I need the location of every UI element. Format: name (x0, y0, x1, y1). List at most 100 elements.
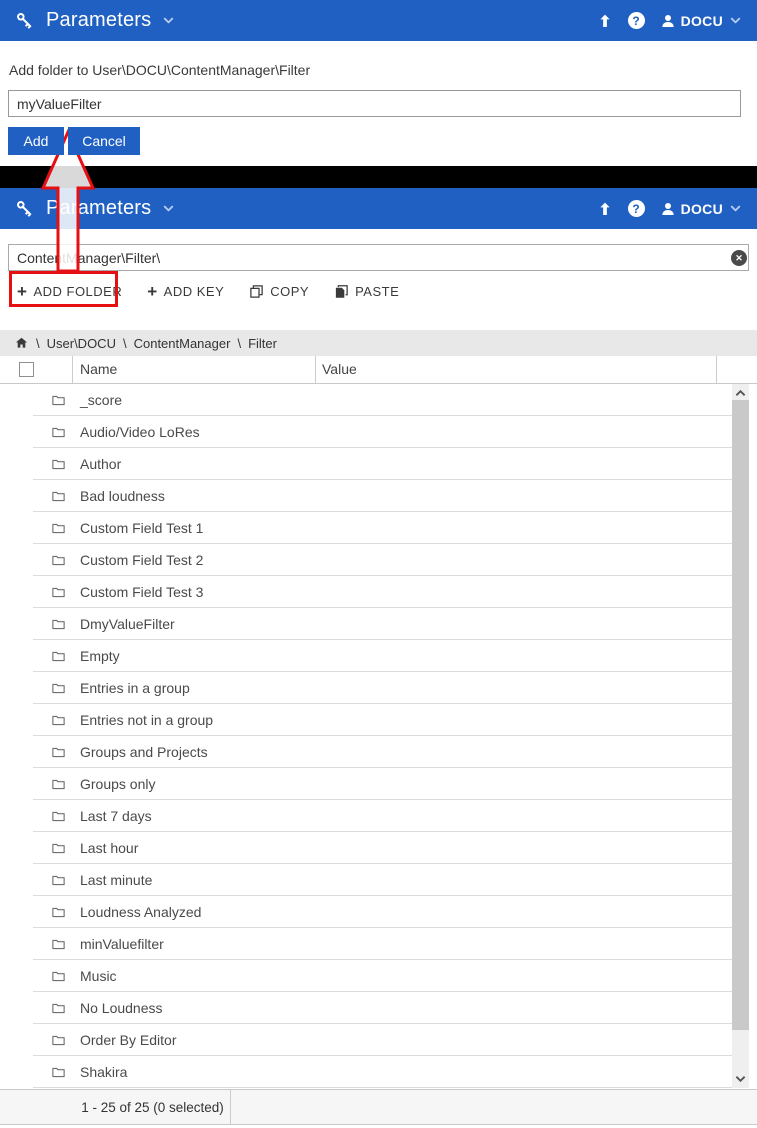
upload-arrow-icon[interactable] (597, 201, 613, 217)
table-row[interactable]: Last 7 days (0, 800, 732, 832)
folder-icon (50, 521, 67, 536)
table-row[interactable]: Author (0, 448, 732, 480)
folder-icon (50, 809, 67, 824)
table-row[interactable]: Order By Editor (0, 1024, 732, 1056)
paste-button[interactable]: PASTE (334, 284, 399, 299)
folder-icon (50, 937, 67, 952)
row-name: No Loudness (80, 1000, 163, 1016)
breadcrumb-segment-contentmanager[interactable]: ContentManager (134, 336, 231, 351)
folder-icon (50, 489, 67, 504)
table-scrollbar[interactable] (732, 384, 749, 1088)
row-name: Groups only (80, 776, 155, 792)
path-search-input[interactable] (8, 244, 749, 271)
folder-icon (50, 457, 67, 472)
table-footer: 1 - 25 of 25 (0 selected) (0, 1089, 757, 1125)
main-app-bar: Parameters ? DOCU (0, 188, 757, 229)
app-bar-actions: ? DOCU (597, 12, 743, 29)
chevron-down-icon (728, 201, 743, 216)
table-row[interactable]: Shakira (0, 1056, 732, 1088)
folder-name-input[interactable] (8, 90, 741, 117)
table-row[interactable]: Bad loudness (0, 480, 732, 512)
table-row[interactable]: _score (0, 384, 732, 416)
footer-divider (230, 1090, 231, 1124)
row-name: Loudness Analyzed (80, 904, 201, 920)
table-row[interactable]: Groups only (0, 768, 732, 800)
breadcrumb-separator: \ (237, 336, 241, 351)
table-row[interactable]: No Loudness (0, 992, 732, 1024)
row-name: DmyValueFilter (80, 616, 175, 632)
breadcrumb-segment-user[interactable]: User\DOCU (47, 336, 116, 351)
table-row[interactable]: Entries in a group (0, 672, 732, 704)
add-button[interactable]: Add (8, 127, 64, 155)
row-name: Entries in a group (80, 680, 190, 696)
row-name: Last 7 days (80, 808, 152, 824)
row-name: Last minute (80, 872, 152, 888)
paste-icon (334, 284, 349, 299)
app-title-menu[interactable]: Parameters (14, 9, 176, 32)
row-name: Custom Field Test 3 (80, 584, 203, 600)
cancel-button[interactable]: Cancel (68, 127, 140, 155)
column-divider (72, 356, 73, 383)
folder-icon (50, 745, 67, 760)
page-title: Parameters (46, 9, 151, 32)
chevron-down-icon (728, 13, 743, 28)
add-key-label: ADD KEY (164, 284, 225, 299)
table-row[interactable]: Empty (0, 640, 732, 672)
user-icon (660, 201, 676, 217)
folder-icon (50, 873, 67, 888)
table-row[interactable]: Loudness Analyzed (0, 896, 732, 928)
table-row[interactable]: Custom Field Test 2 (0, 544, 732, 576)
upload-arrow-icon[interactable] (597, 13, 613, 29)
table-body: _score Audio/Video LoRes Author Bad loud… (0, 384, 732, 1088)
table-header: Name Value (0, 356, 757, 384)
scrollbar-thumb[interactable] (732, 400, 749, 1030)
folder-icon (50, 585, 67, 600)
home-icon[interactable] (14, 336, 29, 350)
table-row[interactable]: DmyValueFilter (0, 608, 732, 640)
copy-label: COPY (270, 284, 309, 299)
scroll-down-icon[interactable] (732, 1072, 749, 1085)
folder-icon (50, 681, 67, 696)
help-icon[interactable]: ? (628, 200, 645, 217)
table-row[interactable]: Last hour (0, 832, 732, 864)
plus-icon: + (147, 283, 157, 300)
column-divider (315, 356, 316, 383)
row-name: Last hour (80, 840, 138, 856)
table-row[interactable]: Groups and Projects (0, 736, 732, 768)
add-key-button[interactable]: + ADD KEY (147, 283, 224, 300)
table-row[interactable]: Music (0, 960, 732, 992)
folder-icon (50, 1033, 67, 1048)
row-name: minValuefilter (80, 936, 164, 952)
table-row[interactable]: minValuefilter (0, 928, 732, 960)
row-name: Shakira (80, 1064, 127, 1080)
row-name: Audio/Video LoRes (80, 424, 200, 440)
row-name: Music (80, 968, 117, 984)
user-menu[interactable]: DOCU (660, 201, 743, 217)
breadcrumb-separator: \ (36, 336, 40, 351)
table-row[interactable]: Entries not in a group (0, 704, 732, 736)
user-menu[interactable]: DOCU (660, 13, 743, 29)
key-icon (14, 10, 36, 32)
table-row[interactable]: Audio/Video LoRes (0, 416, 732, 448)
breadcrumb: \ User\DOCU \ ContentManager \ Filter (0, 330, 757, 356)
table-row[interactable]: Custom Field Test 1 (0, 512, 732, 544)
folder-icon (50, 649, 67, 664)
folder-icon (50, 1001, 67, 1016)
folder-icon (50, 617, 67, 632)
folder-icon (50, 841, 67, 856)
table-row[interactable]: Last minute (0, 864, 732, 896)
help-icon[interactable]: ? (628, 12, 645, 29)
breadcrumb-separator: \ (123, 336, 127, 351)
breadcrumb-segment-filter[interactable]: Filter (248, 336, 277, 351)
row-name: Custom Field Test 2 (80, 552, 203, 568)
select-all-checkbox[interactable] (19, 362, 34, 377)
folder-icon (50, 905, 67, 920)
user-name: DOCU (681, 13, 723, 29)
table-row[interactable]: Custom Field Test 3 (0, 576, 732, 608)
row-name: Bad loudness (80, 488, 165, 504)
scroll-up-icon[interactable] (732, 386, 749, 399)
row-name: _score (80, 392, 122, 408)
copy-button[interactable]: COPY (249, 284, 309, 299)
column-header-value: Value (322, 361, 357, 377)
clear-search-icon[interactable]: ✕ (731, 250, 747, 266)
